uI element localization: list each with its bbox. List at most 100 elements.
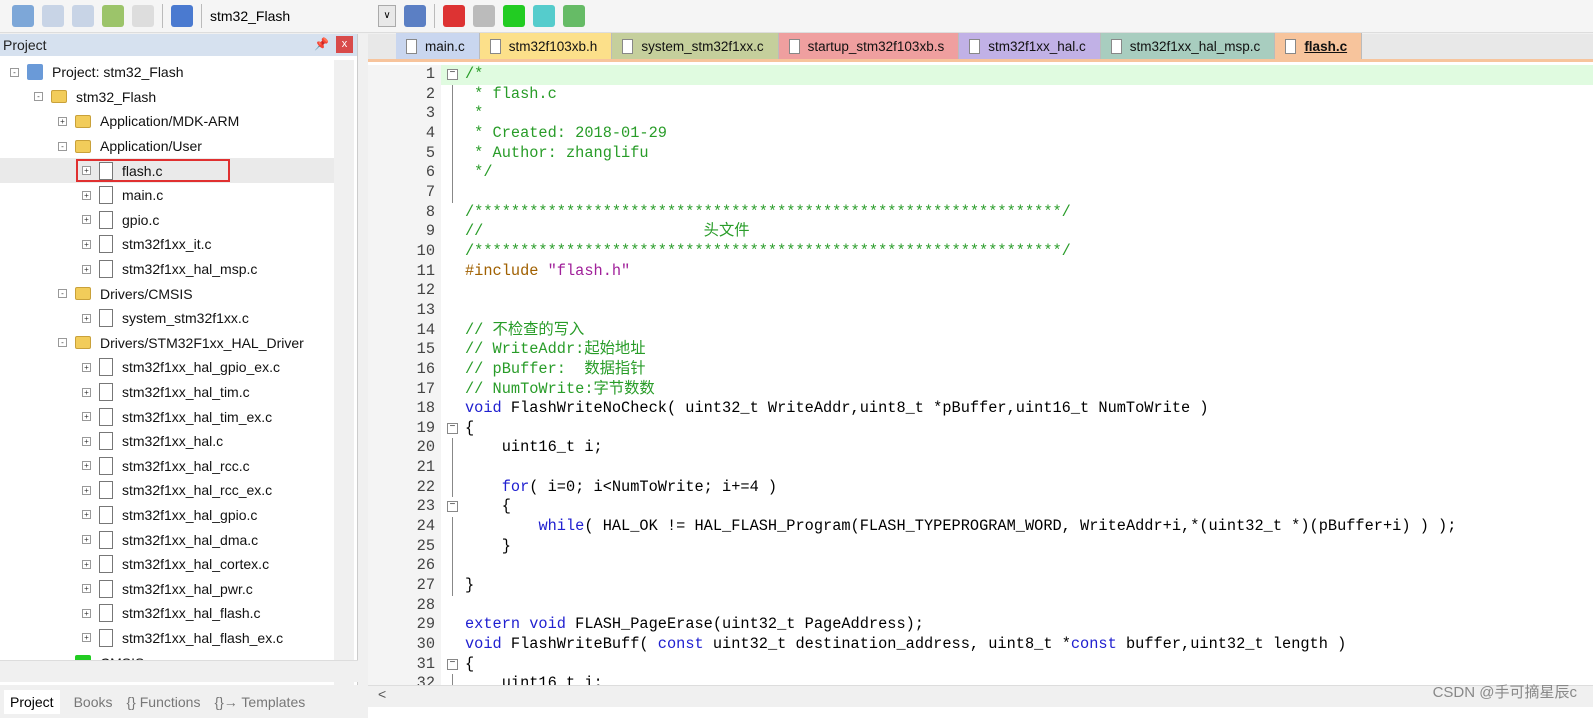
tab-project[interactable]: Project xyxy=(4,689,60,714)
expand-icon[interactable]: + xyxy=(82,215,91,225)
tree-item[interactable]: + stm32f1xx_hal_dma.c xyxy=(0,527,340,552)
tree-item[interactable]: + stm32f1xx_hal_rcc_ex.c xyxy=(0,478,340,503)
fold-collapse-icon[interactable]: − xyxy=(441,65,465,85)
line-number: 5 xyxy=(368,143,441,164)
file-icon xyxy=(622,38,634,54)
stop-build-icon[interactable] xyxy=(132,5,154,27)
expand-icon[interactable]: + xyxy=(82,436,91,446)
collapse-icon[interactable]: - xyxy=(58,141,67,151)
tree-item[interactable]: + stm32f1xx_it.c xyxy=(0,232,340,257)
fold-collapse-icon[interactable]: − xyxy=(441,419,465,439)
tree-item[interactable]: + flash.c xyxy=(0,158,340,183)
tree-item[interactable]: + stm32f1xx_hal_gpio.c xyxy=(0,503,340,528)
expand-icon[interactable]: + xyxy=(82,485,91,495)
tree-item[interactable]: + stm32f1xx_hal_pwr.c xyxy=(0,576,340,601)
code-token: } xyxy=(465,576,475,595)
pin-icon[interactable]: 📌 xyxy=(314,37,329,51)
tab-file[interactable]: startup_stm32f103xb.s xyxy=(778,33,960,59)
expand-icon[interactable]: + xyxy=(82,387,91,397)
code-line: 12 xyxy=(368,281,1593,301)
target-select[interactable]: stm32_Flash xyxy=(210,8,370,24)
expand-icon[interactable]: + xyxy=(58,116,67,126)
batch-build-icon[interactable] xyxy=(102,5,124,27)
expand-icon[interactable]: + xyxy=(82,264,91,274)
tree-item[interactable]: + stm32f1xx_hal.c xyxy=(0,429,340,454)
folder-icon xyxy=(75,114,91,128)
manage-components-icon[interactable] xyxy=(443,5,465,27)
fold-collapse-icon[interactable]: − xyxy=(441,655,465,675)
chevron-down-icon[interactable]: ∨ xyxy=(378,5,396,27)
tree-item[interactable]: + stm32f1xx_hal_rcc.c xyxy=(0,454,340,479)
close-icon[interactable]: x xyxy=(336,36,353,53)
tab-file[interactable]: stm32f103xb.h xyxy=(479,33,613,59)
expand-icon[interactable]: + xyxy=(82,461,91,471)
code-line: 25 } xyxy=(368,536,1593,557)
filter-icon[interactable] xyxy=(533,5,555,27)
tree-item[interactable]: + stm32f1xx_hal_flash_ex.c xyxy=(0,626,340,651)
tab-file[interactable]: system_stm32f1xx.c xyxy=(612,33,779,59)
expand-icon[interactable]: + xyxy=(82,535,91,545)
code-token: * flash.c xyxy=(465,84,557,103)
vertical-scrollbar[interactable] xyxy=(334,60,354,690)
tab-file[interactable]: stm32f1xx_hal.c xyxy=(959,33,1101,59)
expand-icon[interactable]: + xyxy=(82,190,91,200)
expand-icon[interactable]: + xyxy=(82,633,91,643)
tree-item[interactable]: + Application/MDK-ARM xyxy=(0,109,340,134)
rebuild-icon[interactable] xyxy=(72,5,94,27)
file-icon xyxy=(1110,38,1122,54)
fold-gutter xyxy=(441,182,465,203)
tree-item[interactable]: - stm32_Flash xyxy=(0,85,340,110)
code-text: uint16_t i; xyxy=(465,674,603,685)
tree-item[interactable]: + system_stm32f1xx.c xyxy=(0,306,340,331)
collapse-icon[interactable]: - xyxy=(58,289,67,299)
fold-gutter xyxy=(441,477,465,498)
load-icon[interactable] xyxy=(171,5,193,27)
tree-item[interactable]: - Drivers/CMSIS xyxy=(0,281,340,306)
tab-file[interactable]: flash.c xyxy=(1275,33,1363,59)
expand-icon[interactable]: + xyxy=(82,608,91,618)
tab-templates[interactable]: {}→ Templates xyxy=(214,694,305,710)
collapse-icon[interactable]: - xyxy=(10,67,19,77)
tree-item[interactable]: - Drivers/STM32F1xx_HAL_Driver xyxy=(0,331,340,356)
expand-icon[interactable]: + xyxy=(82,559,91,569)
tree-item[interactable]: - Project: stm32_Flash xyxy=(0,60,340,85)
expand-icon[interactable]: + xyxy=(82,239,91,249)
expand-icon[interactable]: + xyxy=(82,313,91,323)
tree-item[interactable]: + stm32f1xx_hal_cortex.c xyxy=(0,552,340,577)
tree-item[interactable]: + stm32f1xx_hal_flash.c xyxy=(0,601,340,626)
build-icon[interactable] xyxy=(42,5,64,27)
code-text: */ xyxy=(465,163,492,183)
expand-icon[interactable]: + xyxy=(82,584,91,594)
translate-icon[interactable] xyxy=(12,5,34,27)
debug-icon[interactable] xyxy=(503,5,525,27)
tree-item[interactable]: + stm32f1xx_hal_gpio_ex.c xyxy=(0,355,340,380)
pack-installer-icon[interactable] xyxy=(563,5,585,27)
file-icon xyxy=(99,260,113,279)
expand-icon[interactable]: + xyxy=(82,412,91,422)
tree-item[interactable]: + stm32f1xx_hal_tim.c xyxy=(0,380,340,405)
code-line: 21 xyxy=(368,458,1593,478)
code-area[interactable]: 1−/* 2 * flash.c 3 * 4 * Created: 2018-01-2… xyxy=(368,65,1593,685)
tab-functions[interactable]: {} Functions xyxy=(127,694,201,710)
tree-item[interactable]: - Application/User xyxy=(0,134,340,159)
collapse-icon[interactable]: - xyxy=(34,92,43,102)
folder-icon xyxy=(75,139,91,153)
separator xyxy=(162,4,163,28)
expand-icon[interactable]: + xyxy=(82,362,91,372)
tree-item[interactable]: + stm32f1xx_hal_tim_ex.c xyxy=(0,404,340,429)
expand-icon[interactable]: + xyxy=(82,510,91,520)
tab-file[interactable]: stm32f1xx_hal_msp.c xyxy=(1100,33,1276,59)
editor-horizontal-scrollbar[interactable]: < xyxy=(368,685,1593,707)
options-icon[interactable] xyxy=(404,5,426,27)
window-icon[interactable] xyxy=(473,5,495,27)
collapse-icon[interactable]: - xyxy=(58,338,67,348)
tab-label: flash.c xyxy=(1304,38,1348,54)
fold-collapse-icon[interactable]: − xyxy=(441,497,465,517)
tree-item[interactable]: + main.c xyxy=(0,183,340,208)
tree-item[interactable]: + stm32f1xx_hal_msp.c xyxy=(0,257,340,282)
tree-item[interactable]: + gpio.c xyxy=(0,208,340,233)
line-number: 30 xyxy=(368,635,441,655)
horizontal-scrollbar[interactable] xyxy=(0,660,358,682)
tab-file[interactable]: main.c xyxy=(396,33,480,59)
tab-books[interactable]: Books xyxy=(74,694,113,710)
